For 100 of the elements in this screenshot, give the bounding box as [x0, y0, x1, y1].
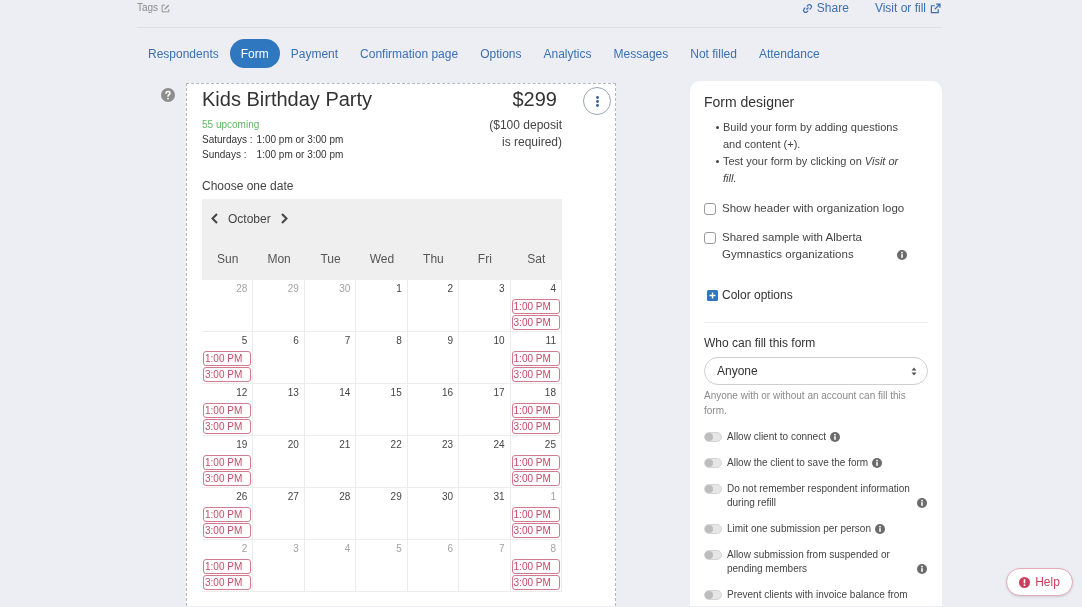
time-slot[interactable]: 1:00 PM [511, 350, 560, 366]
schedule-day: Sundays : [202, 146, 253, 162]
next-month-button[interactable] [280, 212, 289, 225]
toggle-switch[interactable] [704, 590, 722, 600]
day-number: 3 [293, 542, 300, 555]
day-number: 8 [396, 334, 403, 347]
tab[interactable]: Confirmation page [349, 39, 470, 68]
time-slot[interactable]: 1:00 PM [511, 506, 560, 522]
day-number: 1 [396, 282, 403, 295]
time-slot[interactable]: 3:00 PM [511, 522, 560, 538]
time-slot[interactable]: 1:00 PM [203, 402, 251, 418]
toggle-switch[interactable] [704, 432, 722, 442]
checkbox[interactable] [704, 231, 716, 244]
toggle-switch[interactable] [704, 550, 722, 560]
weekday-label: Wed [369, 251, 395, 267]
time-slot[interactable]: 1:00 PM [511, 402, 560, 418]
day-number: 9 [447, 334, 455, 347]
weekday-label: Mon [267, 251, 291, 267]
schedule-times: 1:00 pm or 3:00 pm [256, 147, 344, 162]
time-slot[interactable]: 3:00 PM [203, 574, 251, 590]
time-slot[interactable]: 3:00 PM [203, 366, 251, 382]
day-number: 4 [344, 542, 352, 555]
day-number: 5 [396, 542, 403, 555]
edit-icon [161, 3, 171, 13]
form-title: Kids Birthday Party [202, 87, 373, 112]
tab[interactable]: Not filled [679, 39, 748, 68]
tab[interactable]: Analytics [532, 39, 603, 68]
time-slot[interactable]: 1:00 PM [203, 454, 251, 470]
day-number: 12 [236, 386, 249, 399]
day-number: 14 [339, 386, 352, 399]
kebab-icon [595, 95, 599, 107]
color-options-toggle[interactable]: Color options [722, 287, 793, 304]
weekday-label: Tue [320, 251, 341, 267]
day-number: 26 [236, 490, 249, 503]
day-number: 29 [287, 282, 300, 295]
tab[interactable]: Form [229, 39, 280, 68]
day-number: 2 [241, 542, 249, 555]
toggle-label: Allow the client to save the form [727, 456, 869, 470]
time-slot[interactable]: 3:00 PM [203, 470, 251, 486]
time-slot[interactable]: 3:00 PM [511, 366, 560, 382]
tip-text: Build your form by adding questions and content (+). [723, 120, 899, 152]
time-slot[interactable]: 3:00 PM [511, 574, 560, 590]
help-text: Anyone with or without an account can fill this form. [704, 389, 907, 418]
day-number: 25 [544, 438, 557, 451]
time-slot[interactable]: 3:00 PM [203, 522, 251, 538]
day-number: 11 [545, 334, 557, 347]
day-number: 17 [493, 386, 506, 399]
field-label: Who can fill this form [704, 335, 817, 351]
day-number: 16 [442, 386, 455, 399]
time-slot[interactable]: 1:00 PM [203, 506, 251, 522]
day-number: 30 [442, 490, 455, 503]
time-slot[interactable]: 1:00 PM [203, 558, 251, 574]
day-number: 30 [339, 282, 352, 295]
toggle-switch[interactable] [704, 484, 722, 494]
visit-link[interactable]: Visit or fill [874, 1, 941, 15]
time-slot[interactable]: 3:00 PM [511, 418, 560, 434]
alert-icon [1019, 576, 1031, 588]
weekday-label: Sun [217, 251, 239, 267]
question-label: Choose one date [202, 177, 295, 194]
day-number: 15 [390, 386, 403, 399]
time-slot[interactable]: 3:00 PM [511, 470, 560, 486]
updown-caret-icon [911, 366, 917, 376]
time-slot[interactable]: 1:00 PM [511, 558, 560, 574]
tab[interactable]: Messages [602, 39, 680, 68]
checkbox-label: Show header with organization logo [722, 201, 905, 216]
bullet-icon [716, 160, 719, 163]
toggle-switch[interactable] [704, 524, 722, 534]
day-number: 10 [493, 334, 506, 347]
day-number: 31 [493, 490, 506, 503]
weekday-label: Sat [527, 251, 546, 267]
time-slot[interactable]: 1:00 PM [203, 350, 251, 366]
tab[interactable]: Respondents [137, 39, 230, 68]
checkbox-label: Shared sample with Alberta Gymnastics organizations [722, 230, 863, 262]
day-number: 23 [442, 438, 455, 451]
time-slot[interactable]: 3:00 PM [203, 418, 251, 434]
share-link[interactable]: Share [801, 1, 849, 15]
day-number: 6 [447, 542, 455, 555]
prev-month-button[interactable] [210, 212, 218, 225]
schedule-times: 1:00 pm or 3:00 pm [256, 132, 344, 147]
checkbox[interactable] [704, 202, 716, 215]
tab[interactable]: Attendance [747, 39, 831, 68]
tip-text: Test your form by clicking on Visit or fill. [723, 154, 900, 186]
day-number: 1 [550, 490, 557, 503]
month-label: October [228, 210, 271, 227]
weekday-label: Thu [423, 251, 444, 267]
time-slot[interactable]: 3:00 PM [511, 314, 560, 330]
tab[interactable]: Payment [279, 39, 350, 68]
weekday-label: Fri [477, 251, 492, 267]
toggle-switch[interactable] [704, 458, 722, 468]
day-number: 19 [236, 438, 249, 451]
day-number: 20 [287, 438, 300, 451]
day-number: 4 [550, 282, 557, 295]
bullet-icon [716, 126, 719, 129]
time-slot[interactable]: 1:00 PM [511, 298, 560, 314]
time-slot[interactable]: 1:00 PM [511, 454, 560, 470]
link-icon [801, 2, 813, 14]
toggle-label: Allow submission from suspended or pending members [727, 548, 891, 576]
help-button[interactable]: Help [1006, 568, 1073, 596]
tab[interactable]: Options [469, 39, 533, 68]
day-number: 24 [493, 438, 506, 451]
